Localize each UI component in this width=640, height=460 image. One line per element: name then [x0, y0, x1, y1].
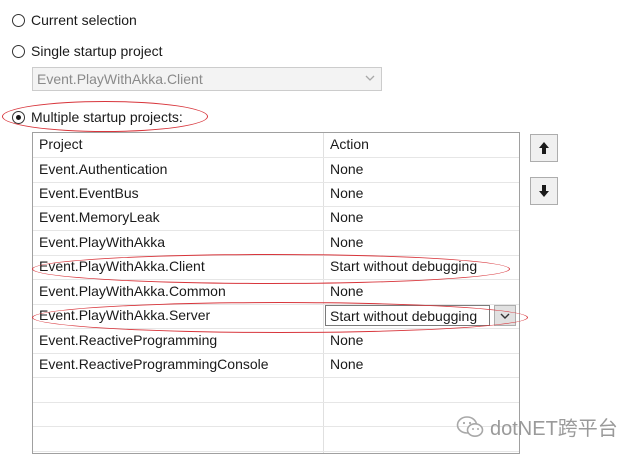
radio-single-startup[interactable]: Single startup project: [12, 41, 163, 61]
table-row-selected[interactable]: Event.PlayWithAkka.Server Start without …: [33, 304, 519, 329]
chevron-down-icon: [365, 75, 375, 81]
radio-circle[interactable]: [12, 44, 25, 58]
column-header-project[interactable]: Project: [39, 136, 83, 152]
radio-single-startup-label: Single startup project: [31, 43, 163, 59]
table-row[interactable]: Event.ReactiveProgramming None: [33, 329, 519, 354]
project-action[interactable]: None: [330, 161, 363, 177]
radio-current-selection-label: Current selection: [31, 12, 137, 28]
project-name: Event.MemoryLeak: [39, 209, 160, 225]
single-startup-project-select: Event.PlayWithAkka.Client: [32, 67, 382, 91]
move-down-button[interactable]: [530, 177, 558, 205]
radio-circle[interactable]: [12, 13, 25, 27]
move-up-button[interactable]: [530, 134, 558, 162]
project-name: Event.Authentication: [39, 161, 168, 177]
column-header-action[interactable]: Action: [330, 136, 369, 152]
table-row[interactable]: Event.PlayWithAkka.Client Start without …: [33, 255, 519, 280]
wechat-icon: [456, 415, 484, 437]
table-row[interactable]: Event.MemoryLeak None: [33, 206, 519, 231]
project-action[interactable]: None: [330, 185, 363, 201]
project-name: Event.PlayWithAkka: [39, 234, 166, 250]
project-action[interactable]: None: [330, 356, 363, 372]
watermark-text: dotNET跨平台: [490, 418, 618, 440]
project-action[interactable]: None: [330, 209, 363, 225]
empty-row: [33, 427, 519, 452]
table-row[interactable]: Event.PlayWithAkka None: [33, 231, 519, 256]
action-dropdown-button[interactable]: [494, 305, 516, 326]
chevron-down-icon: [500, 313, 510, 319]
project-name: Event.ReactiveProgrammingConsole: [39, 356, 269, 372]
project-action[interactable]: None: [330, 332, 363, 348]
project-action[interactable]: None: [330, 234, 363, 250]
project-name: Event.ReactiveProgramming: [39, 332, 218, 348]
radio-current-selection[interactable]: Current selection: [12, 10, 137, 30]
watermark: dotNET跨平台: [456, 412, 618, 441]
arrow-down-icon: [539, 185, 549, 197]
project-name: Event.PlayWithAkka.Server: [39, 307, 211, 323]
project-name: Event.PlayWithAkka.Common: [39, 283, 226, 299]
table-row[interactable]: Event.ReactiveProgrammingConsole None: [33, 353, 519, 378]
action-select[interactable]: Start without debugging: [325, 305, 490, 326]
empty-row: [33, 402, 519, 427]
radio-multiple-startup-label: Multiple startup projects:: [31, 109, 183, 125]
table-row[interactable]: Event.Authentication None: [33, 158, 519, 183]
empty-row: [33, 378, 519, 403]
action-select-value: Start without debugging: [330, 308, 478, 324]
table-row[interactable]: Event.EventBus None: [33, 182, 519, 207]
project-action[interactable]: None: [330, 283, 363, 299]
radio-multiple-startup[interactable]: Multiple startup projects:: [12, 107, 183, 127]
project-name: Event.EventBus: [39, 185, 139, 201]
radio-circle-checked[interactable]: [12, 110, 25, 124]
arrow-up-icon: [539, 142, 549, 154]
table-row[interactable]: Event.PlayWithAkka.Common None: [33, 280, 519, 305]
project-name: Event.PlayWithAkka.Client: [39, 258, 205, 274]
project-action[interactable]: Start without debugging: [330, 258, 477, 274]
grid-header-row: Project Action: [33, 133, 519, 158]
startup-projects-grid: Project Action Event.Authentication None…: [32, 132, 520, 454]
single-startup-project-value: Event.PlayWithAkka.Client: [37, 71, 203, 87]
